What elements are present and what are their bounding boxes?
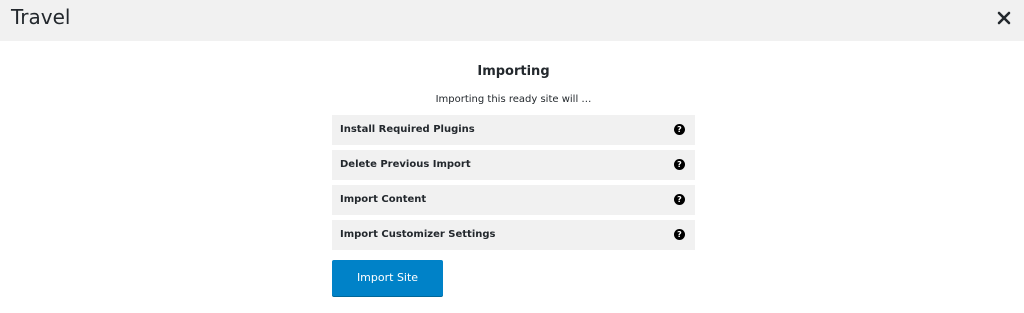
modal-header: Travel xyxy=(0,0,1024,41)
option-label: Import Content xyxy=(340,194,427,205)
close-button[interactable] xyxy=(992,6,1016,30)
page-title: Travel xyxy=(11,5,71,29)
option-label: Install Required Plugins xyxy=(340,124,475,135)
import-heading: Importing xyxy=(477,64,550,79)
help-icon[interactable]: ? xyxy=(674,159,685,170)
option-label: Delete Previous Import xyxy=(340,159,471,170)
option-label: Import Customizer Settings xyxy=(340,229,496,240)
close-icon xyxy=(992,6,1016,30)
import-site-button[interactable]: Import Site xyxy=(332,260,443,296)
option-import-customizer-settings: Import Customizer Settings ? xyxy=(332,220,695,250)
option-install-plugins: Install Required Plugins ? xyxy=(332,115,695,145)
help-icon[interactable]: ? xyxy=(674,229,685,240)
option-import-content: Import Content ? xyxy=(332,185,695,215)
import-description: Importing this ready site will … xyxy=(435,94,592,105)
option-delete-previous-import: Delete Previous Import ? xyxy=(332,150,695,180)
help-icon[interactable]: ? xyxy=(674,124,685,135)
help-icon[interactable]: ? xyxy=(674,194,685,205)
